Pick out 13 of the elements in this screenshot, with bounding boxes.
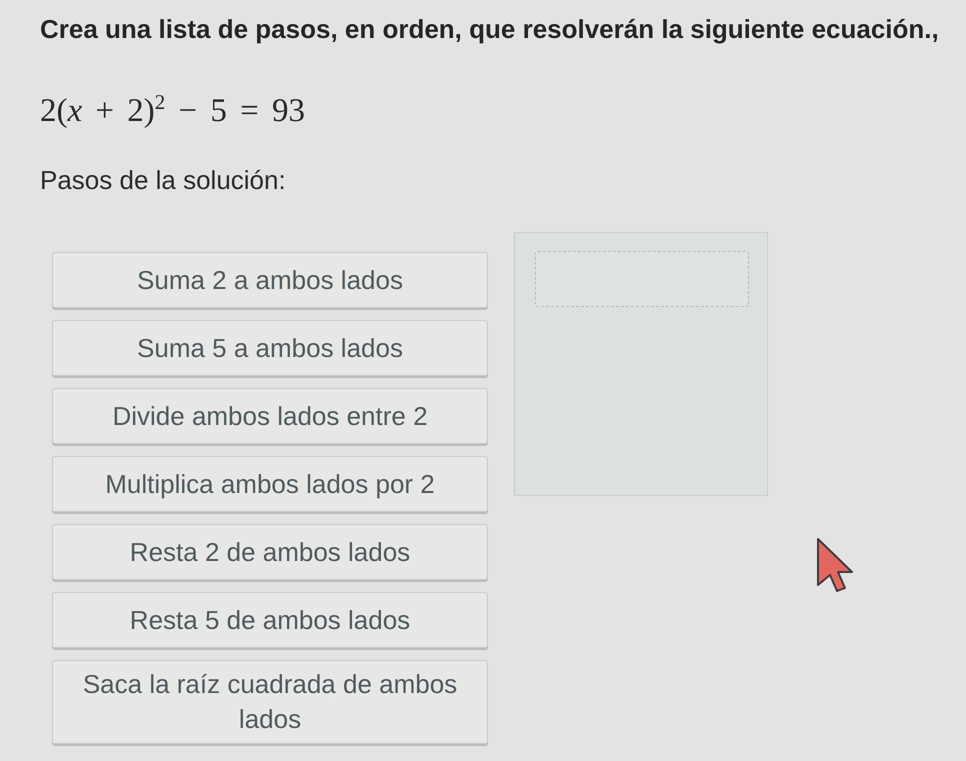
steps-label: Pasos de la solución: — [40, 165, 286, 196]
prompt-text: Crea una lista de pasos, en orden, que resolverán la siguiente ecuación., — [40, 14, 939, 45]
step-card[interactable]: Multiplica ambos lados por 2 — [52, 456, 488, 512]
step-card[interactable]: Saca la raíz cuadrada de ambos lados — [52, 660, 488, 744]
drop-zone[interactable] — [514, 232, 768, 496]
step-card[interactable]: Divide ambos lados entre 2 — [52, 388, 488, 444]
step-card[interactable]: Suma 2 a ambos lados — [52, 252, 488, 308]
step-card[interactable]: Resta 5 de ambos lados — [52, 592, 488, 648]
step-card[interactable]: Suma 5 a ambos lados — [52, 320, 488, 376]
equation: 2(x + 2)$^{2}$ − 5 = 93 — [40, 91, 305, 130]
cursor-icon — [816, 538, 854, 592]
drop-slot[interactable] — [535, 251, 749, 308]
step-card[interactable]: Resta 2 de ambos lados — [52, 524, 488, 580]
